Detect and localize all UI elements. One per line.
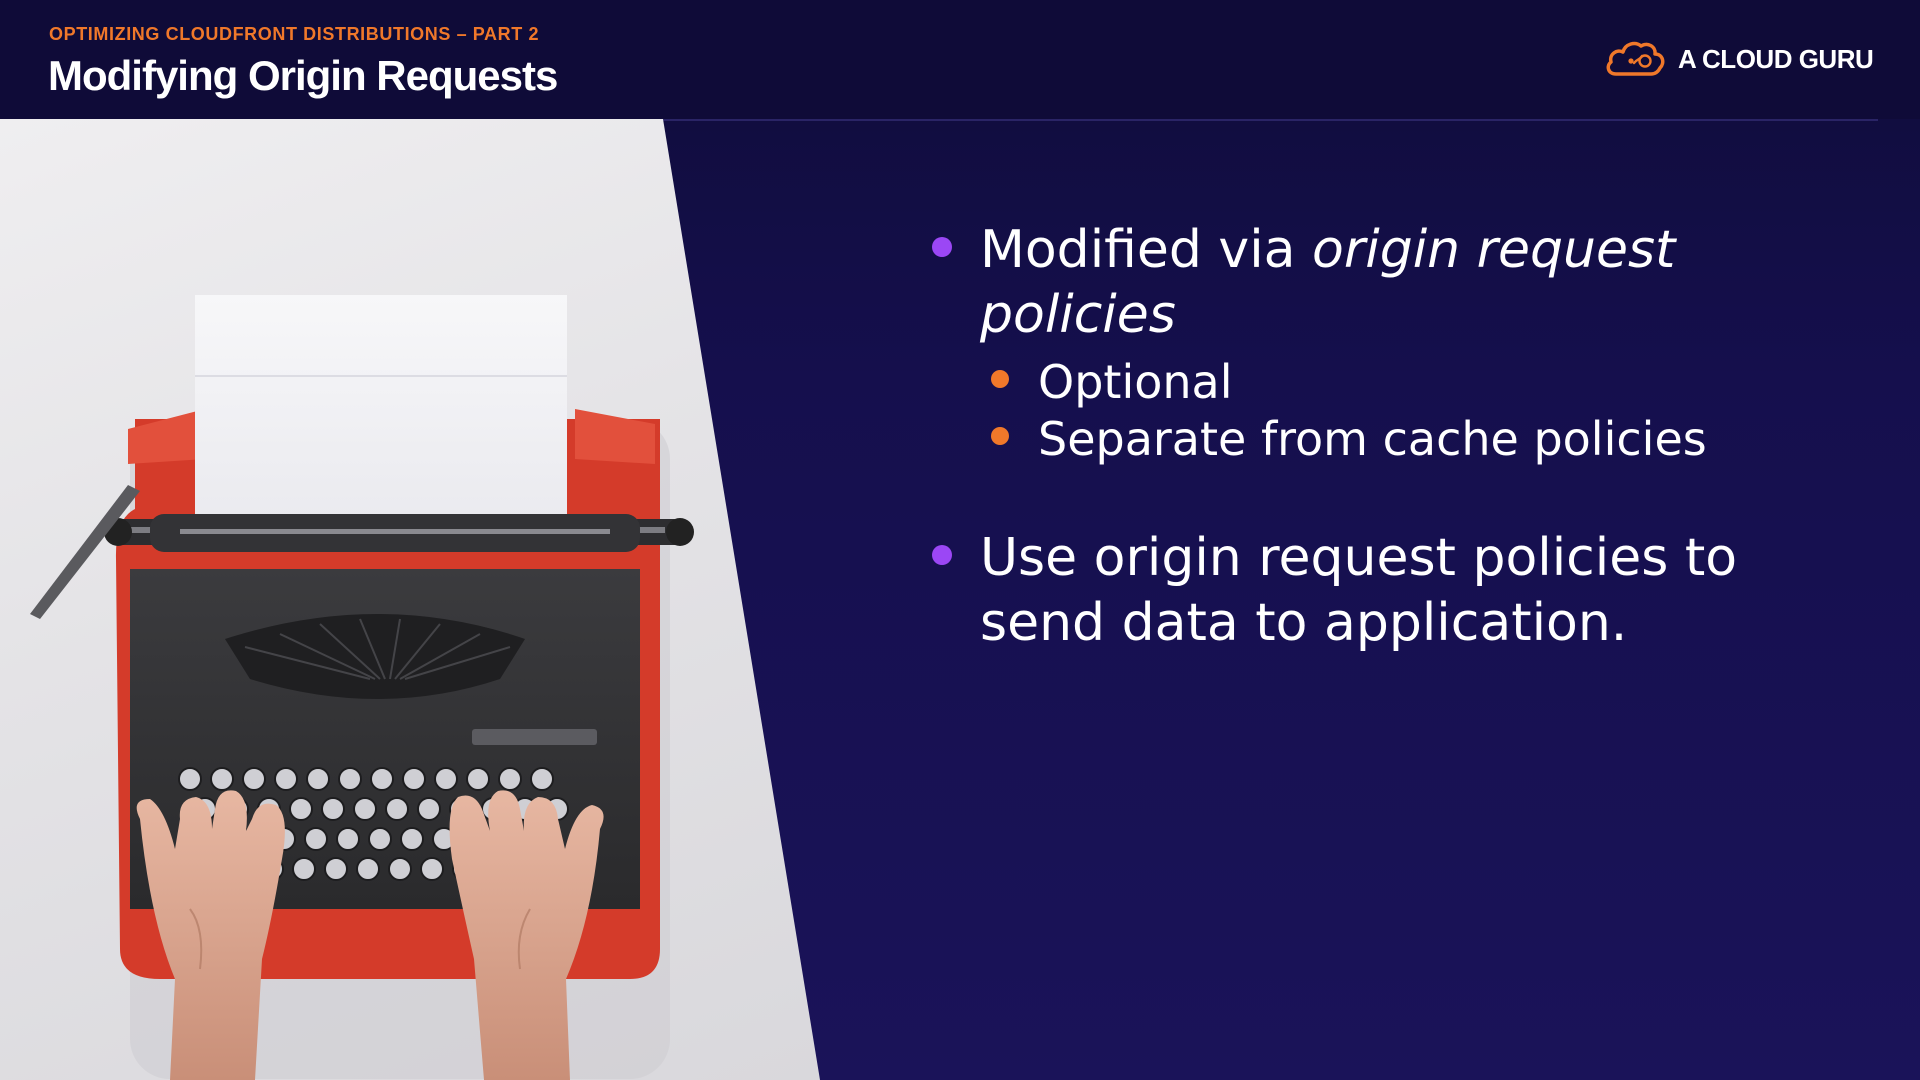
orange-bullet-icon (991, 370, 1009, 388)
slide-title: Modifying Origin Requests (48, 52, 558, 99)
sub-bullet-item-2: Separate from cache policies (928, 411, 1828, 468)
section-eyebrow: OPTIMIZING CLOUDFRONT DISTRIBUTIONS – PA… (49, 24, 540, 44)
bullet-2-text: Use origin request policies to send data… (980, 528, 1738, 653)
bullet-item-2: Use origin request policies to send data… (928, 526, 1828, 656)
header-divider (663, 119, 1878, 121)
purple-bullet-icon (932, 237, 952, 257)
typewriter-photo (0, 119, 820, 1080)
sub-bullet-1-text: Optional (1038, 355, 1233, 409)
sub-bullet-item-1: Optional (928, 354, 1828, 411)
brand-logo: A CLOUD GURU (1604, 38, 1874, 80)
typewriter-illustration (30, 295, 694, 1080)
bullet-item-1: Modified via origin request policies (928, 218, 1828, 348)
cloud-logo-icon (1604, 39, 1666, 79)
bullet-list: Modified via origin request policies Opt… (928, 218, 1828, 656)
bullet-1-text: Modified via (980, 220, 1313, 280)
orange-bullet-icon (991, 427, 1009, 445)
purple-bullet-icon (932, 545, 952, 565)
slide-header: OPTIMIZING CLOUDFRONT DISTRIBUTIONS – PA… (0, 0, 1920, 119)
brand-name: A CLOUD GURU (1678, 43, 1874, 74)
sub-bullet-2-text: Separate from cache policies (1038, 412, 1707, 466)
slide: OPTIMIZING CLOUDFRONT DISTRIBUTIONS – PA… (0, 0, 1920, 1080)
